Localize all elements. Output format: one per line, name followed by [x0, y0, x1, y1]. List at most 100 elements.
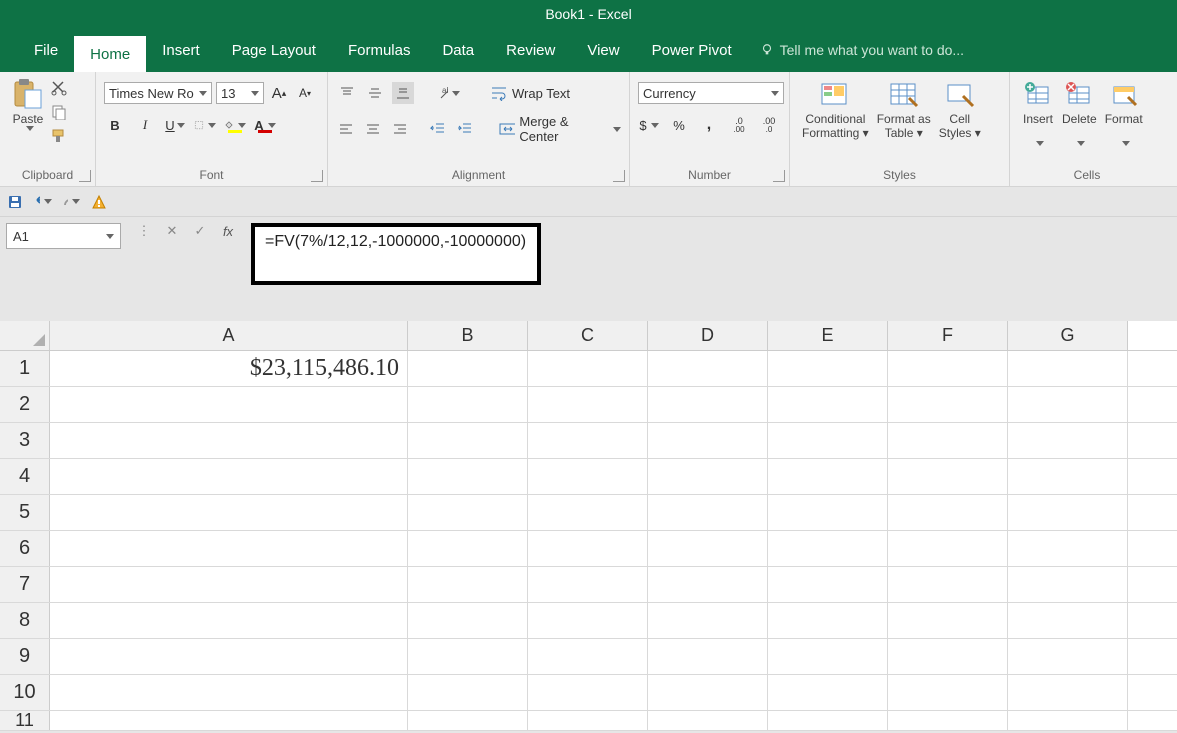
tab-power-pivot[interactable]: Power Pivot [636, 28, 748, 72]
warning-button[interactable] [90, 194, 108, 210]
redo-button[interactable] [62, 194, 80, 210]
cell[interactable] [528, 603, 648, 638]
cell-styles-button[interactable]: CellStyles ▾ [935, 76, 985, 143]
col-header-e[interactable]: E [768, 321, 888, 350]
col-header-c[interactable]: C [528, 321, 648, 350]
align-left-button[interactable] [336, 118, 357, 140]
tab-review[interactable]: Review [490, 28, 571, 72]
orientation-button[interactable]: ab [438, 82, 460, 104]
cell[interactable] [1008, 495, 1128, 530]
cell-b1[interactable] [408, 351, 528, 386]
percent-button[interactable]: % [668, 114, 690, 136]
row-header-9[interactable]: 9 [0, 639, 50, 674]
cell[interactable] [768, 531, 888, 566]
decrease-font-button[interactable]: A▾ [294, 82, 316, 104]
insert-cells-button[interactable]: Insert [1018, 76, 1058, 148]
tab-view[interactable]: View [571, 28, 635, 72]
cell-e1[interactable] [768, 351, 888, 386]
row-header-10[interactable]: 10 [0, 675, 50, 710]
cell[interactable] [888, 675, 1008, 710]
cell[interactable] [50, 531, 408, 566]
save-button[interactable] [6, 194, 24, 210]
delete-cells-button[interactable]: Delete [1058, 76, 1101, 148]
italic-button[interactable]: I [134, 114, 156, 136]
cell[interactable] [888, 423, 1008, 458]
cell-f1[interactable] [888, 351, 1008, 386]
cell[interactable] [50, 567, 408, 602]
increase-decimal-button[interactable]: .0.00 [728, 114, 750, 136]
underline-button[interactable]: U [164, 114, 186, 136]
font-size-select[interactable]: 13 [216, 82, 264, 104]
cell[interactable] [50, 711, 408, 730]
cell[interactable] [768, 675, 888, 710]
cell[interactable] [888, 531, 1008, 566]
cell[interactable] [408, 531, 528, 566]
select-all-corner[interactable] [0, 321, 50, 350]
wrap-text-button[interactable]: Wrap Text [490, 85, 570, 101]
cell[interactable] [888, 639, 1008, 674]
cell[interactable] [408, 567, 528, 602]
cell[interactable] [528, 423, 648, 458]
cell[interactable] [528, 387, 648, 422]
dialog-launcher-icon[interactable] [773, 170, 785, 182]
number-format-select[interactable]: Currency [638, 82, 784, 104]
cell[interactable] [768, 387, 888, 422]
cell-a1[interactable]: $23,115,486.10 [50, 351, 408, 386]
comma-button[interactable]: , [698, 114, 720, 136]
cell[interactable] [408, 639, 528, 674]
cell[interactable] [408, 459, 528, 494]
cell[interactable] [888, 603, 1008, 638]
cell[interactable] [1008, 675, 1128, 710]
cell[interactable] [1008, 567, 1128, 602]
name-box[interactable]: A1 [6, 223, 121, 249]
cell-d1[interactable] [648, 351, 768, 386]
cell[interactable] [528, 675, 648, 710]
cell[interactable] [408, 711, 528, 730]
merge-center-button[interactable]: Merge & Center [499, 114, 621, 144]
fill-color-button[interactable] [224, 114, 246, 136]
cell[interactable] [528, 495, 648, 530]
cell[interactable] [50, 495, 408, 530]
row-header-1[interactable]: 1 [0, 351, 50, 386]
increase-indent-button[interactable] [455, 118, 476, 140]
format-as-table-button[interactable]: Format asTable ▾ [873, 76, 935, 143]
paste-button[interactable]: Paste [8, 76, 48, 133]
col-header-f[interactable]: F [888, 321, 1008, 350]
formula-bar[interactable]: =FV(7%/12,12,-1000000,-10000000) [251, 223, 541, 285]
row-header-4[interactable]: 4 [0, 459, 50, 494]
cell[interactable] [648, 531, 768, 566]
cell[interactable] [1008, 459, 1128, 494]
align-center-button[interactable] [363, 118, 384, 140]
enter-formula-button[interactable]: ✓ [191, 223, 209, 239]
tab-data[interactable]: Data [426, 28, 490, 72]
cell[interactable] [648, 459, 768, 494]
cell[interactable] [50, 459, 408, 494]
borders-button[interactable] [194, 114, 216, 136]
align-middle-button[interactable] [364, 82, 386, 104]
cell[interactable] [768, 459, 888, 494]
row-header-6[interactable]: 6 [0, 531, 50, 566]
cell[interactable] [648, 675, 768, 710]
cell[interactable] [768, 639, 888, 674]
cell[interactable] [528, 459, 648, 494]
col-header-g[interactable]: G [1008, 321, 1128, 350]
formula-list-button[interactable]: ⋮ [135, 223, 153, 239]
cell[interactable] [408, 387, 528, 422]
cell[interactable] [1008, 603, 1128, 638]
row-header-5[interactable]: 5 [0, 495, 50, 530]
cell[interactable] [648, 495, 768, 530]
row-header-8[interactable]: 8 [0, 603, 50, 638]
cell[interactable] [648, 639, 768, 674]
worksheet-grid[interactable]: A B C D E F G 1 $23,115,486.10 2 3 4 5 6… [0, 321, 1177, 731]
cell[interactable] [888, 387, 1008, 422]
cell[interactable] [1008, 531, 1128, 566]
align-bottom-button[interactable] [392, 82, 414, 104]
cell[interactable] [50, 387, 408, 422]
row-header-11[interactable]: 11 [0, 711, 50, 730]
cell-c1[interactable] [528, 351, 648, 386]
cell[interactable] [888, 567, 1008, 602]
tab-file[interactable]: File [18, 28, 74, 72]
cell[interactable] [50, 639, 408, 674]
cell[interactable] [888, 495, 1008, 530]
col-header-d[interactable]: D [648, 321, 768, 350]
